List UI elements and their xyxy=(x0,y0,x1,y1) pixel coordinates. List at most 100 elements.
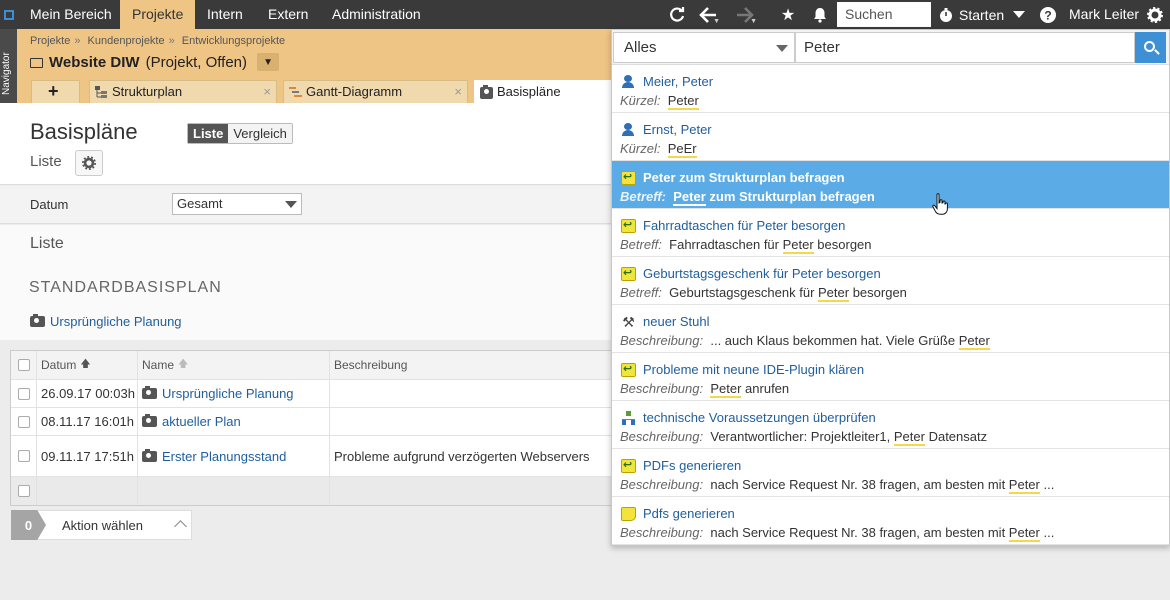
search-result-field-label: Beschreibung: xyxy=(620,381,704,396)
search-result-snippet: Peter zum Strukturplan befragen xyxy=(673,189,875,206)
tab-gantt[interactable]: Gantt-Diagramm × xyxy=(283,80,468,103)
start-label: Starten xyxy=(959,6,1005,23)
nav-extern[interactable]: Extern xyxy=(256,0,320,29)
search-result-item[interactable]: Ernst, Peter Kürzel: PeEr xyxy=(612,113,1169,161)
search-result-item[interactable]: PDFs generieren Beschreibung: nach Servic… xyxy=(612,449,1169,497)
search-result-title: neuer Stuhl xyxy=(643,314,710,329)
settings-button[interactable] xyxy=(75,150,103,176)
search-result-snippet: Peter anrufen xyxy=(710,381,790,398)
page-header: Basispläne Liste Vergleich Liste xyxy=(0,103,612,185)
view-liste-button[interactable]: Liste xyxy=(188,124,229,143)
table-row[interactable]: 09.11.17 17:51h Erster Planungsstand Pro… xyxy=(11,436,611,477)
action-bar[interactable]: 0 Aktion wählen xyxy=(11,510,192,540)
search-result-snippet: PeEr xyxy=(667,141,697,158)
row-name-link[interactable]: Erster Planungsstand xyxy=(142,448,286,464)
search-popup-header: Alles Peter xyxy=(612,30,1169,65)
breadcrumb: Projekte» Kundenprojekte» Entwicklungspr… xyxy=(30,35,286,47)
search-result-snippet: Verantwortlicher: Projektleiter1, Peter … xyxy=(710,429,988,446)
breadcrumb-item[interactable]: Entwicklungsprojekte xyxy=(182,35,285,47)
row-description xyxy=(330,408,611,435)
table-row[interactable]: 26.09.17 00:03h Ursprüngliche Planung xyxy=(11,380,611,408)
search-result-item[interactable]: Fahrradtaschen für Peter besorgen Betreff… xyxy=(612,209,1169,257)
navigator-toggle[interactable]: Navigator xyxy=(0,29,17,103)
column-header-beschreibung[interactable]: Beschreibung xyxy=(330,351,611,379)
footer-checkbox[interactable] xyxy=(17,485,30,497)
search-result-title: Meier, Peter xyxy=(643,74,714,89)
add-tab-button[interactable]: + xyxy=(31,80,80,103)
search-result-snippet: nach Service Request Nr. 38 fragen, am b… xyxy=(710,477,1055,494)
search-result-snippet: Fahrradtaschen für Peter besorgen xyxy=(669,237,872,254)
select-all-checkbox[interactable] xyxy=(17,359,30,371)
standard-baseline-link[interactable]: Ursprüngliche Planung xyxy=(30,314,182,329)
column-header-datum[interactable]: Datum 🡅 xyxy=(37,351,138,379)
search-query-input[interactable]: Peter xyxy=(795,32,1135,63)
search-result-subtitle: Betreff: Peter zum Strukturplan befragen xyxy=(620,189,875,206)
search-button[interactable] xyxy=(1135,32,1166,63)
chevron-up-icon[interactable] xyxy=(174,520,187,533)
tab-strukturplan[interactable]: Strukturplan × xyxy=(89,80,277,103)
row-checkbox[interactable] xyxy=(17,415,30,428)
top-search-input[interactable]: Suchen xyxy=(837,2,931,27)
row-date: 09.11.17 17:51h xyxy=(37,436,138,476)
star-icon[interactable]: ★ xyxy=(774,0,802,29)
camera-icon xyxy=(142,448,157,462)
refresh-icon[interactable] xyxy=(663,0,691,29)
nav-projekte[interactable]: Projekte xyxy=(120,0,196,29)
search-result-item[interactable]: Geburtstagsgeschenk für Peter besorgen Be… xyxy=(612,257,1169,305)
bell-icon[interactable] xyxy=(806,0,834,29)
search-result-snippet: nach Service Request Nr. 38 fragen, am b… xyxy=(710,525,1055,542)
search-result-item[interactable]: Peter zum Strukturplan befragenBetreff: … xyxy=(612,161,1169,209)
search-scope-select[interactable]: Alles xyxy=(613,32,795,63)
standard-baseline-label: Ursprüngliche Planung xyxy=(50,314,182,329)
search-result-item[interactable]: ⚒ neuer Stuhl Beschreibung: ... auch Klaus… xyxy=(612,305,1169,353)
breadcrumb-item[interactable]: Projekte xyxy=(30,35,70,47)
nav-mein-bereich[interactable]: Mein Bereich xyxy=(18,0,124,29)
search-result-field-label: Betreff: xyxy=(620,237,662,252)
search-result-item[interactable]: Meier, Peter Kürzel: Peter xyxy=(612,65,1169,113)
row-name: Ursprüngliche Planung xyxy=(162,386,294,401)
table-row[interactable]: 08.11.17 16:01h aktueller Plan xyxy=(11,408,611,436)
nav-administration[interactable]: Administration xyxy=(320,0,433,29)
search-result-snippet: ... auch Klaus bekommen hat. Viele Grüße… xyxy=(710,333,990,350)
person-icon xyxy=(621,123,636,137)
search-result-subtitle: Kürzel: PeEr xyxy=(620,141,697,158)
search-result-item[interactable]: technische Voraussetzungen überprüfen Bes… xyxy=(612,401,1169,449)
search-result-title: Pdfs generieren xyxy=(643,506,735,521)
search-result-field-label: Kürzel: xyxy=(620,93,661,108)
list-section: Liste STANDARDBASISPLAN Ursprüngliche Pl… xyxy=(0,225,612,340)
search-result-title: PDFs generieren xyxy=(643,458,742,473)
column-header-label: Name xyxy=(142,358,175,372)
forward-arrow-icon[interactable]: ▼ xyxy=(731,0,759,29)
row-checkbox[interactable] xyxy=(17,450,30,462)
help-icon[interactable]: ? xyxy=(1034,0,1062,29)
search-result-field-label: Betreff: xyxy=(620,285,662,300)
start-dropdown-icon[interactable] xyxy=(1005,0,1033,29)
start-timer-button[interactable]: Starten xyxy=(938,0,1004,29)
close-icon[interactable]: × xyxy=(454,81,462,103)
project-title: Website DIW (Projekt, Offen) ▼ xyxy=(30,53,280,71)
search-result-item[interactable]: Probleme mit neune IDE-Plugin klären Besc… xyxy=(612,353,1169,401)
row-name-link[interactable]: Ursprüngliche Planung xyxy=(142,386,294,401)
date-filter-select[interactable]: Gesamt xyxy=(172,193,302,215)
breadcrumb-item[interactable]: Kundenprojekte xyxy=(88,35,165,47)
nav-intern[interactable]: Intern xyxy=(195,0,255,29)
search-result-title: Probleme mit neune IDE-Plugin klären xyxy=(643,362,865,377)
row-date: 08.11.17 16:01h xyxy=(37,408,138,435)
camera-icon xyxy=(480,85,493,99)
row-name: aktueller Plan xyxy=(162,414,241,429)
column-header-name[interactable]: Name 🡅 xyxy=(138,351,330,379)
search-result-item[interactable]: Pdfs generieren Beschreibung: nach Servic… xyxy=(612,497,1169,545)
user-name[interactable]: Mark Leiter xyxy=(1069,0,1139,29)
date-filter-value: Gesamt xyxy=(177,196,223,211)
row-checkbox[interactable] xyxy=(17,387,30,400)
gear-icon[interactable] xyxy=(1141,0,1169,29)
standard-baseline-heading: STANDARDBASISPLAN xyxy=(29,279,222,296)
project-menu-button[interactable]: ▼ xyxy=(257,53,280,71)
tab-basisplaene[interactable]: Basispläne xyxy=(474,80,614,103)
back-arrow-icon[interactable]: ▼ xyxy=(694,0,722,29)
view-vergleich-button[interactable]: Vergleich xyxy=(228,124,292,143)
search-result-snippet: Geburtstagsgeschenk für Peter besorgen xyxy=(669,285,907,302)
close-icon[interactable]: × xyxy=(263,81,271,103)
row-name-link[interactable]: aktueller Plan xyxy=(142,414,241,429)
app-logo-icon[interactable] xyxy=(0,0,18,29)
